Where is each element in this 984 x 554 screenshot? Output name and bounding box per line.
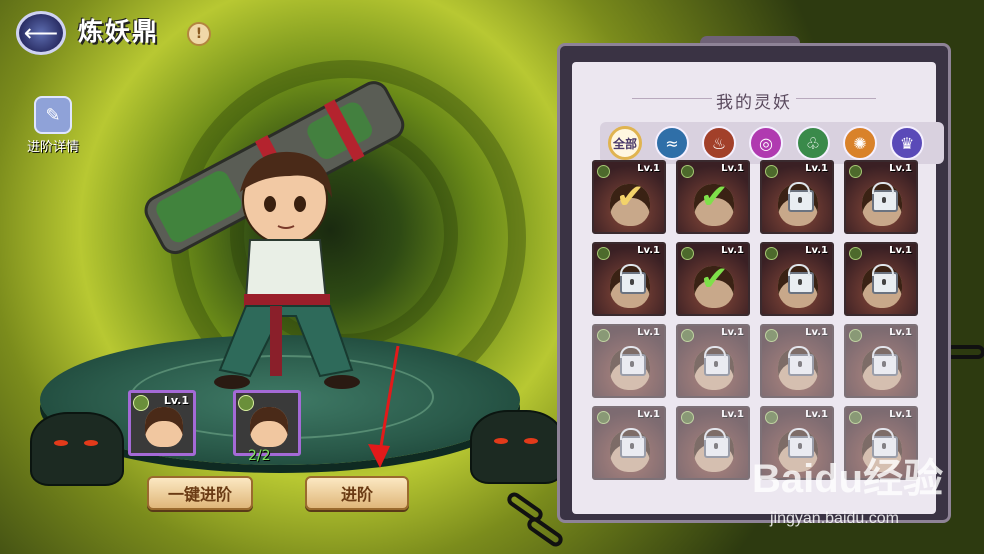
watermark-url: jingyan.baidu.com [770, 510, 899, 527]
right-gargoyle-statue [470, 410, 564, 484]
card-level: Lv.1 [721, 163, 744, 174]
card-level: Lv.1 [637, 163, 660, 174]
element-badge-icon [681, 247, 694, 260]
filter-all[interactable]: 全部 [608, 126, 642, 160]
left-gargoyle-statue [30, 412, 124, 486]
monster-card[interactable]: Lv.1 [592, 324, 666, 398]
filter-element-2-icon[interactable]: ♨ [702, 126, 736, 160]
lock-icon [872, 182, 898, 212]
card-level: Lv.1 [805, 409, 828, 420]
element-badge-icon [597, 165, 610, 178]
info-icon[interactable]: ! [187, 22, 211, 46]
card-level: Lv.1 [637, 409, 660, 420]
filter-element-1-icon[interactable]: ≈ [655, 126, 689, 160]
page-title: 炼妖鼎 [78, 17, 160, 46]
monster-card[interactable]: Lv.1 [844, 242, 918, 316]
watermark-logo: Baidu经验 [752, 457, 944, 501]
filter-element-4-icon[interactable]: ♧ [796, 126, 830, 160]
filter-element-6-icon[interactable]: ♛ [890, 126, 924, 160]
element-badge-icon [597, 247, 610, 260]
card-level: Lv.1 [889, 409, 912, 420]
monster-card[interactable]: Lv.1 ✔ [592, 160, 666, 234]
checkmark-icon: ✔ [700, 177, 729, 217]
element-badge-icon [849, 411, 862, 424]
lock-icon [620, 346, 646, 376]
advance-details-button[interactable]: ✎ 进阶详情 [22, 96, 84, 158]
element-badge-icon [681, 329, 694, 342]
element-badge-icon [765, 165, 778, 178]
lock-icon [872, 264, 898, 294]
monster-card[interactable]: Lv.1 ✔ [676, 160, 750, 234]
element-badge-icon [238, 395, 254, 411]
monster-card[interactable]: Lv.1 [760, 324, 834, 398]
card-level: Lv.1 [889, 327, 912, 338]
checkmark-icon: ✔ [700, 259, 729, 299]
element-badge-icon [597, 411, 610, 424]
gargoyle-eye [84, 440, 98, 446]
monster-card[interactable]: Lv.1 [676, 406, 750, 480]
element-badge-icon [133, 395, 149, 411]
checkmark-icon: ✔ [616, 177, 645, 217]
back-arrow-icon: ⟵ [23, 19, 59, 47]
monster-card[interactable]: Lv.1 [676, 324, 750, 398]
lock-icon [872, 346, 898, 376]
material-count: 2/2 [248, 448, 271, 464]
element-badge-icon [681, 165, 694, 178]
lock-icon [620, 428, 646, 458]
monster-portrait [145, 407, 183, 447]
monster-card[interactable]: Lv.1 [844, 160, 918, 234]
material-slot-2[interactable] [233, 390, 301, 456]
monster-card[interactable]: Lv.1 ✔ [676, 242, 750, 316]
monster-card[interactable]: Lv.1 [592, 406, 666, 480]
card-level: Lv.1 [805, 245, 828, 256]
card-level: Lv.1 [721, 327, 744, 338]
element-badge-icon [765, 411, 778, 424]
monster-card[interactable]: Lv.1 [592, 242, 666, 316]
material-level: Lv.1 [163, 394, 189, 407]
card-level: Lv.1 [889, 245, 912, 256]
gargoyle-eye [54, 440, 68, 446]
lock-icon [788, 346, 814, 376]
element-badge-icon [765, 329, 778, 342]
monster-card[interactable]: Lv.1 [844, 324, 918, 398]
lock-icon [788, 264, 814, 294]
hero-character [144, 81, 405, 389]
monster-portrait [250, 407, 288, 447]
material-slot-1[interactable]: Lv.1 [128, 390, 196, 456]
advance-details-label: 进阶详情 [26, 140, 79, 155]
lock-icon [620, 264, 646, 294]
element-badge-icon [765, 247, 778, 260]
element-badge-icon [681, 411, 694, 424]
card-level: Lv.1 [889, 163, 912, 174]
lock-icon [704, 346, 730, 376]
advance-button[interactable]: 进阶 [305, 476, 409, 510]
monster-card[interactable]: Lv.1 [760, 242, 834, 316]
card-level: Lv.1 [805, 163, 828, 174]
element-badge-icon [597, 329, 610, 342]
monster-card[interactable]: Lv.1 [760, 160, 834, 234]
element-filter-bar: 全部 ≈ ♨ ◎ ♧ ✺ ♛ [600, 122, 944, 164]
element-badge-icon [849, 329, 862, 342]
one-key-advance-button[interactable]: 一键进阶 [147, 476, 253, 510]
card-level: Lv.1 [805, 327, 828, 338]
scroll-icon: ✎ [34, 96, 72, 134]
card-level: Lv.1 [637, 327, 660, 338]
filter-element-3-icon[interactable]: ◎ [749, 126, 783, 160]
card-level: Lv.1 [721, 409, 744, 420]
gargoyle-eye [524, 438, 538, 444]
panel-title: 我的灵妖 [716, 93, 792, 113]
filter-element-5-icon[interactable]: ✺ [843, 126, 877, 160]
card-level: Lv.1 [637, 245, 660, 256]
lock-icon [788, 182, 814, 212]
element-badge-icon [849, 165, 862, 178]
element-badge-icon [849, 247, 862, 260]
gargoyle-eye [494, 438, 508, 444]
card-level: Lv.1 [721, 245, 744, 256]
lock-icon [704, 428, 730, 458]
back-button[interactable]: ⟵ [16, 11, 66, 55]
